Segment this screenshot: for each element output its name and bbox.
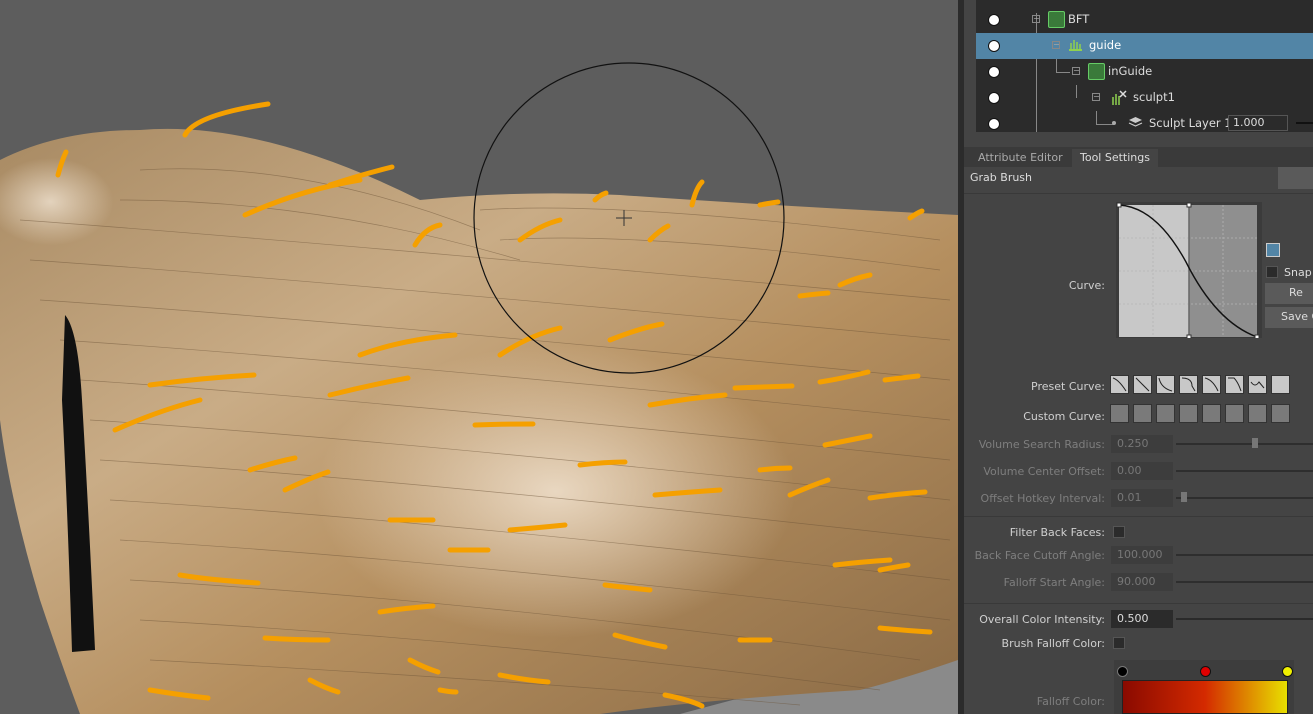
sculpt-node-icon [1110, 89, 1127, 105]
ramp-gradient-bar[interactable] [1122, 680, 1288, 714]
visibility-toggle[interactable] [988, 66, 1000, 78]
viewport-3d[interactable] [0, 0, 958, 714]
outliner-item-guide[interactable]: − guide [976, 33, 1313, 59]
outliner-item-sculpt-layer-1[interactable]: Sculpt Layer 1 1.000 [976, 111, 1313, 137]
node-icon [1048, 11, 1065, 28]
offset-hotkey-interval-field[interactable]: 0.01 [1111, 489, 1173, 507]
expand-curve-icon[interactable] [1266, 243, 1280, 257]
preset-curve-5[interactable] [1202, 375, 1221, 394]
editor-tabs: Attribute Editor Tool Settings [964, 147, 1313, 167]
brush-falloff-color-label: Brush Falloff Color: [1001, 637, 1105, 650]
preset-curve-label: Preset Curve: [1031, 380, 1105, 393]
visibility-toggle[interactable] [988, 40, 1000, 52]
custom-curve-slot[interactable] [1133, 404, 1152, 423]
layer-weight-field[interactable]: 1.000 [1228, 115, 1288, 131]
ramp-color-stop-red[interactable] [1200, 666, 1211, 677]
tool-header-button[interactable] [1278, 167, 1313, 189]
tab-attribute-editor[interactable]: Attribute Editor [970, 149, 1071, 167]
right-panel: − BFT − guide − inGuide − sculpt1 Sculpt… [964, 0, 1313, 714]
collapse-icon[interactable]: − [1032, 15, 1040, 23]
visibility-toggle[interactable] [988, 118, 1000, 130]
volume-center-offset-label: Volume Center Offset: [983, 465, 1105, 478]
offset-hotkey-interval-label: Offset Hotkey Interval: [980, 492, 1105, 505]
slider-handle[interactable] [1252, 438, 1258, 448]
back-face-cutoff-angle-field[interactable]: 100.000 [1111, 546, 1173, 564]
falloff-start-angle-field[interactable]: 90.000 [1111, 573, 1173, 591]
custom-curve-slot[interactable] [1179, 404, 1198, 423]
reset-curve-button[interactable]: Re [1265, 283, 1313, 304]
tool-header: Grab Brush [964, 167, 1313, 191]
collapse-icon[interactable]: − [1092, 93, 1100, 101]
visibility-toggle[interactable] [988, 14, 1000, 26]
slider-handle[interactable] [1181, 492, 1187, 502]
preset-curve-1[interactable] [1110, 375, 1129, 394]
save-curve-button[interactable]: Save C [1265, 307, 1313, 328]
filter-back-faces-label: Filter Back Faces: [1009, 526, 1105, 539]
collapse-icon[interactable]: − [1072, 67, 1080, 75]
custom-curve-label: Custom Curve: [1023, 410, 1105, 423]
ramp-color-stop-black[interactable] [1117, 666, 1128, 677]
snap-label: Snap [1284, 266, 1312, 279]
outliner-item-inguide[interactable]: − inGuide [976, 59, 1313, 85]
node-icon [1088, 63, 1105, 80]
overall-color-intensity-label: Overall Color Intensity: [979, 613, 1105, 626]
outliner-item-label: inGuide [1108, 64, 1153, 78]
ramp-color-stop-yellow[interactable] [1282, 666, 1293, 677]
brush-falloff-color-checkbox[interactable] [1113, 637, 1125, 649]
falloff-start-angle-label: Falloff Start Angle: [1003, 576, 1105, 589]
offset-hotkey-interval-slider[interactable] [1176, 497, 1313, 499]
collapse-icon[interactable]: − [1052, 41, 1060, 49]
preset-curve-3[interactable] [1156, 375, 1175, 394]
bullet-icon [1112, 121, 1116, 125]
outliner-item-label: guide [1089, 38, 1122, 52]
custom-curve-slot[interactable] [1271, 404, 1290, 423]
outliner-item-label: sculpt1 [1133, 90, 1175, 104]
hair-guide-icon [1068, 37, 1083, 52]
falloff-curve-graph[interactable] [1116, 202, 1262, 340]
volume-search-radius-label: Volume Search Radius: [978, 438, 1105, 451]
preset-curve-2[interactable] [1133, 375, 1152, 394]
tab-tool-settings[interactable]: Tool Settings [1072, 149, 1158, 167]
preset-curve-6[interactable] [1225, 375, 1244, 394]
outliner-item-label: BFT [1068, 12, 1090, 26]
volume-center-offset-field[interactable]: 0.00 [1111, 462, 1173, 480]
outliner-item-sculpt1[interactable]: − sculpt1 [976, 85, 1313, 111]
visibility-toggle[interactable] [988, 92, 1000, 104]
custom-curve-slot[interactable] [1248, 404, 1267, 423]
hair-render [0, 62, 958, 714]
outliner: − BFT − guide − inGuide − sculpt1 Sculpt… [976, 0, 1313, 132]
tool-name: Grab Brush [970, 171, 1033, 184]
outliner-item-bft[interactable]: − BFT [976, 7, 1313, 33]
outliner-item-label: Sculpt Layer 1 [1149, 116, 1232, 130]
custom-curve-slot[interactable] [1110, 404, 1129, 423]
layer-weight-slider[interactable] [1296, 122, 1313, 124]
custom-curve-slot[interactable] [1156, 404, 1175, 423]
overall-color-intensity-slider[interactable] [1176, 618, 1313, 620]
preset-curve-7[interactable] [1248, 375, 1267, 394]
volume-search-radius-field[interactable]: 0.250 [1111, 435, 1173, 453]
back-face-cutoff-angle-slider[interactable] [1176, 554, 1313, 556]
falloff-color-label: Falloff Color: [1036, 695, 1105, 708]
curve-label: Curve: [1068, 279, 1105, 292]
custom-curve-slot[interactable] [1225, 404, 1244, 423]
falloff-start-angle-slider[interactable] [1176, 581, 1313, 583]
snap-checkbox[interactable] [1266, 266, 1278, 278]
layers-icon [1128, 115, 1143, 130]
volume-center-offset-slider[interactable] [1176, 470, 1313, 472]
volume-search-radius-slider[interactable] [1176, 443, 1313, 445]
preset-curve-4[interactable] [1179, 375, 1198, 394]
custom-curve-slot[interactable] [1202, 404, 1221, 423]
filter-back-faces-checkbox[interactable] [1113, 526, 1125, 538]
back-face-cutoff-angle-label: Back Face Cutoff Angle: [974, 549, 1105, 562]
falloff-color-ramp[interactable] [1114, 660, 1294, 714]
overall-color-intensity-field[interactable]: 0.500 [1111, 610, 1173, 628]
preset-curve-8[interactable] [1271, 375, 1290, 394]
